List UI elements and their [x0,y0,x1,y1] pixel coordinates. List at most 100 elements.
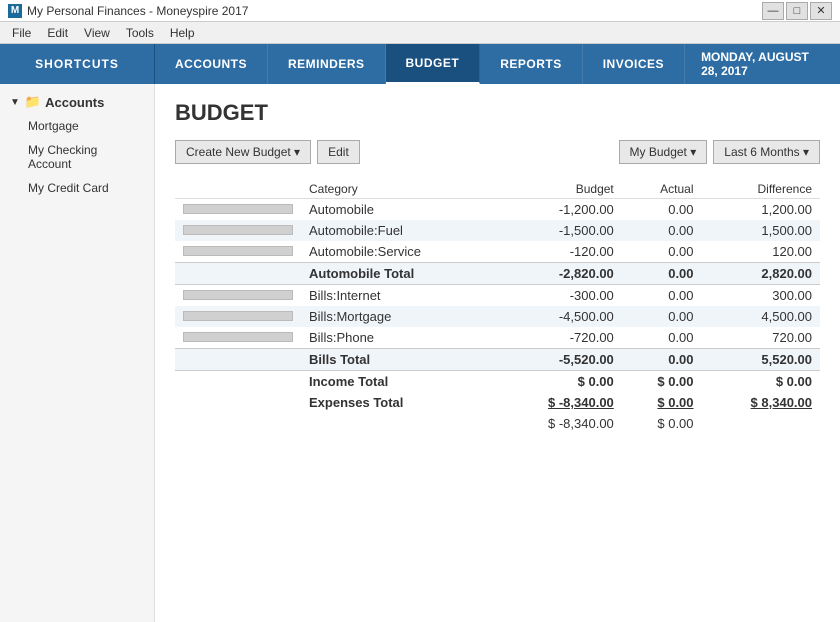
category-automobile-fuel: Automobile:Fuel [301,220,497,241]
budget-bills-phone: -720.00 [497,327,622,349]
col-header-category [175,180,301,199]
budget-toolbar: Create New Budget ▾ Edit My Budget ▾ Las… [175,140,820,164]
category-automobile-total: Automobile Total [301,263,497,285]
budget-table: Category Budget Actual Difference Automo… [175,180,820,434]
category-bills-internet: Bills:Internet [301,285,497,307]
progress-bar [183,225,293,235]
tab-reminders[interactable]: REMINDERS [268,44,386,84]
actual-automobile: 0.00 [622,199,702,221]
budget-bills-mortgage: -4,500.00 [497,306,622,327]
table-row-total: Bills Total -5,520.00 0.00 5,520.00 [175,349,820,371]
sidebar: ▼ 📁 Accounts Mortgage My Checking Accoun… [0,84,155,622]
sidebar-accounts-header[interactable]: ▼ 📁 Accounts [4,90,150,114]
shortcuts-header: SHORTCUTS [0,44,155,84]
table-row: Bills:Phone -720.00 0.00 720.00 [175,327,820,349]
category-bills-total: Bills Total [301,349,497,371]
actual-bills-phone: 0.00 [622,327,702,349]
create-budget-button[interactable]: Create New Budget ▾ [175,140,311,164]
table-row: Automobile -1,200.00 0.00 1,200.00 [175,199,820,221]
table-row-income-total: Income Total $ 0.00 $ 0.00 $ 0.00 [175,371,820,393]
minimize-button[interactable]: — [762,2,784,20]
table-row-total: Automobile Total -2,820.00 0.00 2,820.00 [175,263,820,285]
actual-automobile-total: 0.00 [622,263,702,285]
actual-automobile-fuel: 0.00 [622,220,702,241]
budget-automobile-total: -2,820.00 [497,263,622,285]
title-bar: M My Personal Finances - Moneyspire 2017… [0,0,840,22]
menu-view[interactable]: View [76,24,118,42]
title-bar-controls: — □ ✕ [762,2,832,20]
budget-bills-total: -5,520.00 [497,349,622,371]
table-row: Bills:Internet -300.00 0.00 300.00 [175,285,820,307]
tab-reports[interactable]: REPORTS [480,44,583,84]
diff-income-total: $ 0.00 [702,371,820,393]
menu-file[interactable]: File [4,24,39,42]
diff-automobile: 1,200.00 [702,199,820,221]
progress-bar [183,246,293,256]
top-nav: SHORTCUTS ACCOUNTS REMINDERS BUDGET REPO… [0,44,840,84]
page-title: BUDGET [175,100,820,126]
budget-automobile: -1,200.00 [497,199,622,221]
table-row: Automobile:Fuel -1,500.00 0.00 1,500.00 [175,220,820,241]
tab-invoices[interactable]: INVOICES [583,44,685,84]
maximize-button[interactable]: □ [786,2,808,20]
collapse-arrow-icon: ▼ [10,97,20,108]
budget-automobile-fuel: -1,500.00 [497,220,622,241]
summary-budget: $ -8,340.00 [497,413,622,434]
sidebar-item-mortgage[interactable]: Mortgage [4,114,150,138]
budget-automobile-service: -120.00 [497,241,622,263]
period-selector-button[interactable]: Last 6 Months ▾ [713,140,820,164]
category-expenses-total: Expenses Total [301,392,497,413]
progress-bar [183,290,293,300]
sidebar-accounts-label: Accounts [45,95,104,110]
diff-automobile-total: 2,820.00 [702,263,820,285]
diff-automobile-fuel: 1,500.00 [702,220,820,241]
budget-expenses-total: $ -8,340.00 [497,392,622,413]
table-row-summary: $ -8,340.00 $ 0.00 [175,413,820,434]
close-button[interactable]: ✕ [810,2,832,20]
progress-bar [183,204,293,214]
table-row: Bills:Mortgage -4,500.00 0.00 4,500.00 [175,306,820,327]
budget-bills-internet: -300.00 [497,285,622,307]
main-layout: ▼ 📁 Accounts Mortgage My Checking Accoun… [0,84,840,622]
col-header-category-label: Category [301,180,497,199]
category-automobile-service: Automobile:Service [301,241,497,263]
tab-budget[interactable]: BUDGET [386,44,481,84]
actual-bills-mortgage: 0.00 [622,306,702,327]
content-area: BUDGET Create New Budget ▾ Edit My Budge… [155,84,840,622]
diff-automobile-service: 120.00 [702,241,820,263]
nav-tabs: ACCOUNTS REMINDERS BUDGET REPORTS INVOIC… [155,44,685,84]
progress-bar [183,311,293,321]
menu-tools[interactable]: Tools [118,24,162,42]
col-header-budget: Budget [497,180,622,199]
category-bills-mortgage: Bills:Mortgage [301,306,497,327]
summary-actual: $ 0.00 [622,413,702,434]
diff-bills-total: 5,520.00 [702,349,820,371]
tab-accounts[interactable]: ACCOUNTS [155,44,268,84]
folder-icon: 📁 [25,94,41,110]
edit-button[interactable]: Edit [317,140,360,164]
nav-date: MONDAY, AUGUST 28, 2017 [685,44,840,84]
menu-bar: File Edit View Tools Help [0,22,840,44]
actual-automobile-service: 0.00 [622,241,702,263]
actual-bills-internet: 0.00 [622,285,702,307]
diff-expenses-total: $ 8,340.00 [702,392,820,413]
col-header-difference: Difference [702,180,820,199]
table-row-expenses-total: Expenses Total $ -8,340.00 $ 0.00 $ 8,34… [175,392,820,413]
actual-expenses-total: $ 0.00 [622,392,702,413]
actual-income-total: $ 0.00 [622,371,702,393]
progress-bar [183,332,293,342]
table-row: Automobile:Service -120.00 0.00 120.00 [175,241,820,263]
budget-selector-button[interactable]: My Budget ▾ [619,140,708,164]
sidebar-item-checking[interactable]: My Checking Account [4,138,150,176]
category-income-total: Income Total [301,371,497,393]
sidebar-accounts-section: ▼ 📁 Accounts Mortgage My Checking Accoun… [0,84,154,202]
sidebar-item-credit-card[interactable]: My Credit Card [4,176,150,200]
menu-edit[interactable]: Edit [39,24,76,42]
app-icon: M [8,4,22,18]
diff-bills-phone: 720.00 [702,327,820,349]
col-header-actual: Actual [622,180,702,199]
menu-help[interactable]: Help [162,24,203,42]
category-automobile: Automobile [301,199,497,221]
diff-bills-mortgage: 4,500.00 [702,306,820,327]
diff-bills-internet: 300.00 [702,285,820,307]
